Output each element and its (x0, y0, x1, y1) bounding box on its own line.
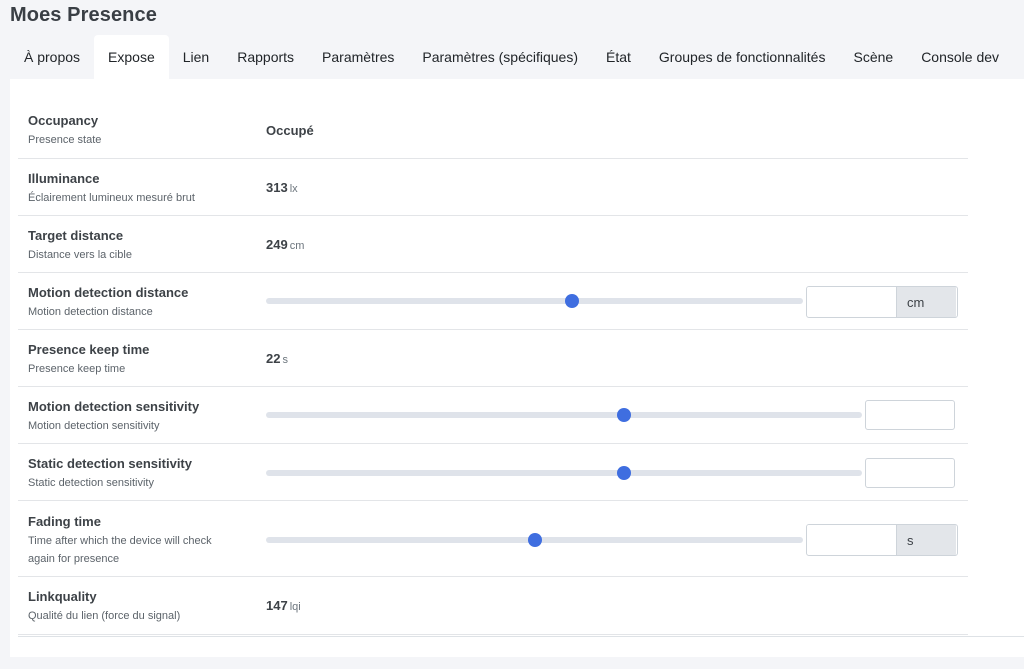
occupancy-value: Occupé (266, 123, 314, 138)
feature-row-motion-detection-sensitivity: Motion detection sensitivity Motion dete… (18, 386, 968, 444)
illuminance-value: 313 lx (266, 180, 298, 195)
tab-clusters[interactable]: Groupes de fonctionnalités (645, 35, 840, 79)
feature-label: Fading time (28, 514, 101, 529)
feature-label: Target distance (28, 228, 124, 243)
static-detection-sensitivity-input[interactable] (865, 458, 955, 488)
feature-row-static-detection-sensitivity: Static detection sensitivity Static dete… (18, 443, 968, 501)
fading-time-input[interactable] (807, 525, 896, 553)
target-distance-value: 249 cm (266, 237, 304, 252)
feature-description-line: Time after which the device will check (28, 535, 212, 547)
target-distance-number: 249 (266, 237, 288, 252)
motion-detection-distance-input-group: cm (806, 286, 958, 318)
tab-about[interactable]: À propos (10, 35, 94, 79)
static-detection-sensitivity-slider[interactable] (266, 466, 862, 480)
tab-settings-specific[interactable]: Paramètres (spécifiques) (408, 35, 592, 79)
feature-label: Linkquality (28, 589, 97, 604)
unit-addon: cm (896, 287, 956, 317)
tab-settings[interactable]: Paramètres (308, 35, 408, 79)
slider-thumb[interactable] (527, 533, 542, 547)
feature-description: Qualité du lien (force du signal) (28, 610, 181, 622)
feature-row-motion-detection-distance: Motion detection distance Motion detecti… (18, 272, 968, 330)
motion-detection-distance-slider[interactable] (266, 294, 803, 308)
feature-row-occupancy: Occupancy Presence state Occupé (18, 101, 968, 158)
feature-label: Illuminance (28, 171, 100, 186)
feature-description: Presence state (28, 134, 102, 146)
presence-keep-time-value: 22 s (266, 351, 288, 366)
panel-divider (18, 636, 1024, 637)
linkquality-number: 147 (266, 598, 288, 613)
unit-addon: s (896, 525, 956, 555)
feature-label: Static detection sensitivity (28, 456, 192, 471)
feature-label: Occupancy (28, 113, 99, 128)
target-distance-unit: cm (289, 240, 305, 252)
feature-description: Motion detection distance (28, 306, 153, 318)
feature-label: Motion detection sensitivity (28, 399, 200, 414)
tab-bind[interactable]: Lien (169, 35, 223, 79)
slider-thumb[interactable] (616, 408, 631, 422)
fading-time-input-group: s (806, 524, 958, 556)
slider-thumb[interactable] (565, 294, 580, 308)
feature-row-illuminance: Illuminance Éclairement lumineux mesuré … (18, 158, 968, 216)
motion-detection-sensitivity-slider[interactable] (266, 408, 862, 422)
illuminance-number: 313 (266, 180, 288, 195)
tab-state[interactable]: État (592, 35, 645, 79)
fading-time-slider[interactable] (266, 533, 803, 547)
motion-detection-sensitivity-input[interactable] (865, 400, 955, 430)
feature-description: Motion detection sensitivity (28, 420, 160, 432)
feature-row-target-distance: Target distance Distance vers la cible 2… (18, 215, 968, 273)
feature-description: Static detection sensitivity (28, 477, 154, 489)
linkquality-value: 147 lqi (266, 598, 301, 613)
feature-row-presence-keep-time: Presence keep time Presence keep time 22… (18, 329, 968, 387)
feature-row-linkquality: Linkquality Qualité du lien (force du si… (18, 576, 968, 635)
feature-label: Motion detection distance (28, 285, 189, 300)
device-title: Moes Presence (10, 4, 157, 26)
feature-row-fading-time: Fading time Time after which the device … (18, 500, 968, 577)
tab-dev-console[interactable]: Console dev (907, 35, 1013, 79)
illuminance-unit: lx (289, 183, 298, 195)
feature-description: Time after which the device will check a… (28, 532, 212, 568)
presence-keep-time-unit: s (282, 354, 288, 366)
tab-expose[interactable]: Expose (94, 35, 169, 79)
feature-description-line: again for presence (28, 553, 120, 565)
tab-bar: À propos Expose Lien Rapports Paramètres… (10, 35, 1013, 79)
feature-label: Presence keep time (28, 342, 150, 357)
slider-thumb[interactable] (616, 466, 631, 480)
linkquality-unit: lqi (289, 601, 301, 613)
presence-keep-time-number: 22 (266, 351, 281, 366)
feature-description: Éclairement lumineux mesuré brut (28, 192, 195, 204)
feature-description: Presence keep time (28, 363, 126, 375)
tab-reporting[interactable]: Rapports (223, 35, 308, 79)
tab-scene[interactable]: Scène (839, 35, 907, 79)
motion-detection-distance-input[interactable] (807, 287, 896, 315)
feature-description: Distance vers la cible (28, 249, 132, 261)
